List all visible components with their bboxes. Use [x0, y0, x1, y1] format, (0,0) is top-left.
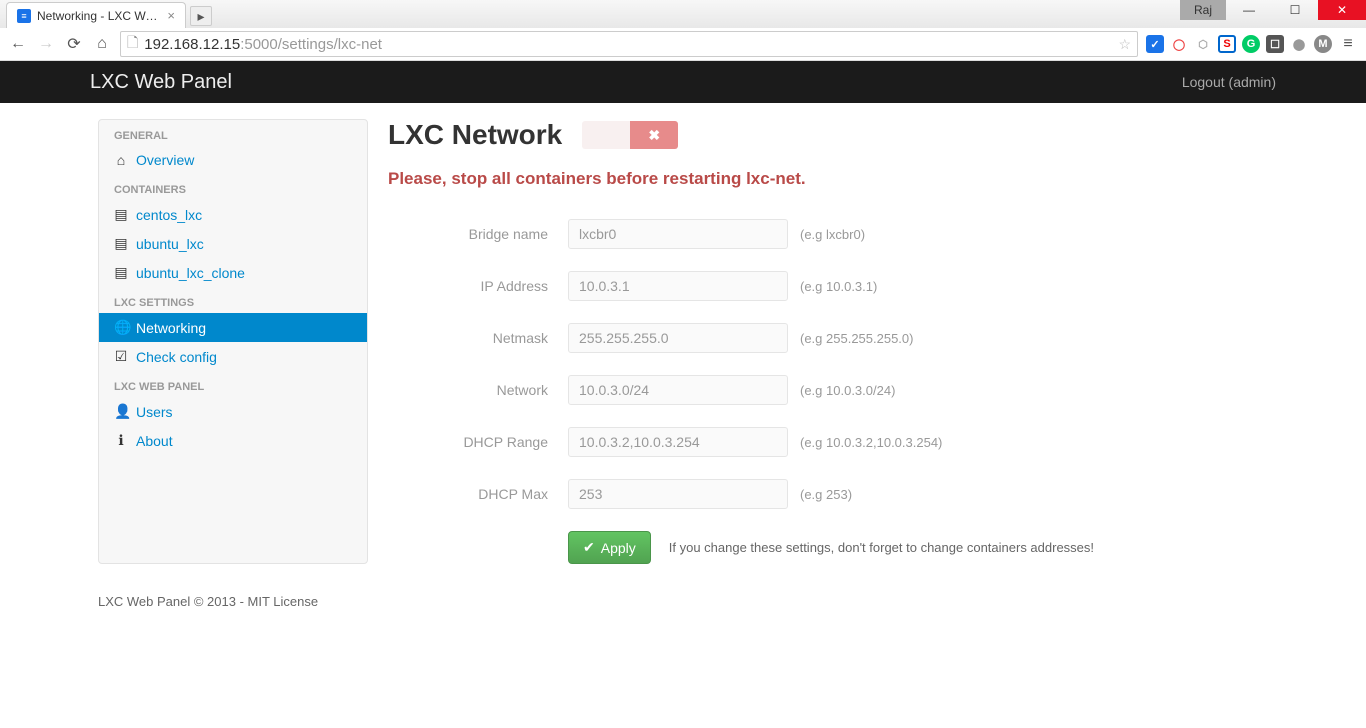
page-title: LXC Network — [388, 119, 562, 151]
dhcp-range-label: DHCP Range — [388, 434, 568, 450]
dhcp-max-label: DHCP Max — [388, 486, 568, 502]
netmask-input[interactable] — [568, 323, 788, 353]
nav-header-panel: LXC Web Panel — [99, 371, 367, 397]
tab-strip: ≡ Networking - LXC Web Pa × ▸ Raj — ☐ ✕ — [0, 0, 1366, 28]
url-bar[interactable]: 🗋 192.168.12.15:5000/settings/lxc-net ☆ — [120, 31, 1138, 57]
apply-note: If you change these settings, don't forg… — [669, 540, 1094, 555]
nav-header-general: General — [99, 120, 367, 146]
sidebar-item-label: About — [136, 433, 173, 449]
sidebar-item-about[interactable]: ℹ About — [99, 426, 367, 455]
user-icon: 👤 — [114, 403, 128, 420]
menu-icon[interactable]: ≡ — [1338, 34, 1358, 54]
ext-icon[interactable]: ⬡ — [1194, 35, 1212, 53]
dhcp-range-hint: (e.g 10.0.3.2,10.0.3.254) — [800, 435, 942, 450]
alert-blank — [582, 121, 630, 149]
check-icon: ☑ — [114, 348, 128, 365]
sidebar-item-ubuntu-clone[interactable]: ▤ ubuntu_lxc_clone — [99, 258, 367, 287]
globe-icon: 🌐 — [114, 319, 128, 336]
ext-icon[interactable]: M — [1314, 35, 1332, 53]
sidebar-item-users[interactable]: 👤 Users — [99, 397, 367, 426]
apply-label: Apply — [601, 540, 636, 556]
reload-icon[interactable]: ⟳ — [64, 34, 84, 54]
alert-box: ✖ — [582, 121, 678, 149]
forward-icon[interactable]: → — [36, 34, 56, 54]
tab-title: Networking - LXC Web Pa — [37, 9, 161, 23]
nav-header-settings: LXC Settings — [99, 287, 367, 313]
network-hint: (e.g 10.0.3.0/24) — [800, 383, 895, 398]
browser-chrome: ≡ Networking - LXC Web Pa × ▸ Raj — ☐ ✕ … — [0, 0, 1366, 61]
user-badge[interactable]: Raj — [1180, 0, 1226, 20]
ip-hint: (e.g 10.0.3.1) — [800, 279, 877, 294]
url-text: 192.168.12.15:5000/settings/lxc-net — [144, 36, 1112, 53]
url-path: /settings/lxc-net — [278, 36, 382, 53]
page-header: LXC Network ✖ — [388, 119, 1268, 151]
home-icon: ⌂ — [114, 152, 128, 168]
back-icon[interactable]: ← — [8, 34, 28, 54]
info-icon: ℹ — [114, 432, 128, 449]
bridge-label: Bridge name — [388, 226, 568, 242]
sidebar-item-ubuntu[interactable]: ▤ ubuntu_lxc — [99, 229, 367, 258]
sidebar-item-label: centos_lxc — [136, 207, 202, 223]
bridge-input[interactable] — [568, 219, 788, 249]
window-controls: Raj — ☐ ✕ — [1180, 0, 1366, 20]
minimize-icon[interactable]: — — [1226, 0, 1272, 20]
network-input[interactable] — [568, 375, 788, 405]
extension-icons: ✓ ◯ ⬡ S G ☐ ⬤ M ≡ — [1146, 34, 1358, 54]
check-icon: ✔ — [583, 539, 595, 556]
sidebar-item-networking[interactable]: 🌐 Networking — [99, 313, 367, 342]
netmask-hint: (e.g 255.255.255.0) — [800, 331, 913, 346]
sidebar-item-label: Overview — [136, 152, 194, 168]
dhcp-max-input[interactable] — [568, 479, 788, 509]
warning-text: Please, stop all containers before resta… — [388, 169, 1268, 189]
ext-icon[interactable]: ✓ — [1146, 35, 1164, 53]
favicon-icon: ≡ — [17, 9, 31, 23]
new-tab-button[interactable]: ▸ — [190, 6, 212, 26]
network-form: Bridge name (e.g lxcbr0) IP Address (e.g… — [388, 219, 1268, 564]
dhcp-range-input[interactable] — [568, 427, 788, 457]
bridge-hint: (e.g lxcbr0) — [800, 227, 865, 242]
page-icon: 🗋 — [127, 32, 138, 56]
ip-input[interactable] — [568, 271, 788, 301]
main-container: General ⌂ Overview Containers ▤ centos_l… — [98, 103, 1268, 564]
sidebar-item-overview[interactable]: ⌂ Overview — [99, 146, 367, 174]
star-icon[interactable]: ☆ — [1118, 36, 1131, 53]
url-port: :5000 — [240, 36, 278, 53]
app-navbar: LXC Web Panel Logout (admin) — [0, 61, 1366, 103]
logout-link[interactable]: Logout (admin) — [1182, 74, 1276, 90]
home-icon[interactable]: ⌂ — [92, 34, 112, 54]
sidebar-item-centos[interactable]: ▤ centos_lxc — [99, 200, 367, 229]
ext-icon[interactable]: S — [1218, 35, 1236, 53]
hdd-icon: ▤ — [114, 235, 128, 252]
url-host: 192.168.12.15 — [144, 36, 240, 53]
dhcp-max-hint: (e.g 253) — [800, 487, 852, 502]
alert-close-button[interactable]: ✖ — [630, 121, 678, 149]
ext-icon[interactable]: ⬤ — [1290, 35, 1308, 53]
sidebar-item-label: Users — [136, 404, 173, 420]
sidebar: General ⌂ Overview Containers ▤ centos_l… — [98, 119, 368, 564]
sidebar-item-label: Check config — [136, 349, 217, 365]
hdd-icon: ▤ — [114, 206, 128, 223]
maximize-icon[interactable]: ☐ — [1272, 0, 1318, 20]
ext-icon[interactable]: ☐ — [1266, 35, 1284, 53]
footer: LXC Web Panel © 2013 - MIT License — [98, 594, 1268, 609]
main-content: LXC Network ✖ Please, stop all container… — [388, 119, 1268, 564]
browser-tab[interactable]: ≡ Networking - LXC Web Pa × — [6, 2, 186, 28]
tab-close-icon[interactable]: × — [167, 9, 175, 22]
apply-button[interactable]: ✔ Apply — [568, 531, 651, 564]
ext-icon[interactable]: G — [1242, 35, 1260, 53]
sidebar-item-label: ubuntu_lxc_clone — [136, 265, 245, 281]
brand[interactable]: LXC Web Panel — [90, 71, 232, 94]
nav-header-containers: Containers — [99, 174, 367, 200]
netmask-label: Netmask — [388, 330, 568, 346]
ip-label: IP Address — [388, 278, 568, 294]
sidebar-item-check-config[interactable]: ☑ Check config — [99, 342, 367, 371]
window-close-icon[interactable]: ✕ — [1318, 0, 1366, 20]
sidebar-item-label: Networking — [136, 320, 206, 336]
hdd-icon: ▤ — [114, 264, 128, 281]
sidebar-item-label: ubuntu_lxc — [136, 236, 204, 252]
ext-icon[interactable]: ◯ — [1170, 35, 1188, 53]
browser-toolbar: ← → ⟳ ⌂ 🗋 192.168.12.15:5000/settings/lx… — [0, 28, 1366, 60]
footer-text: LXC Web Panel © 2013 - MIT License — [98, 594, 318, 609]
network-label: Network — [388, 382, 568, 398]
